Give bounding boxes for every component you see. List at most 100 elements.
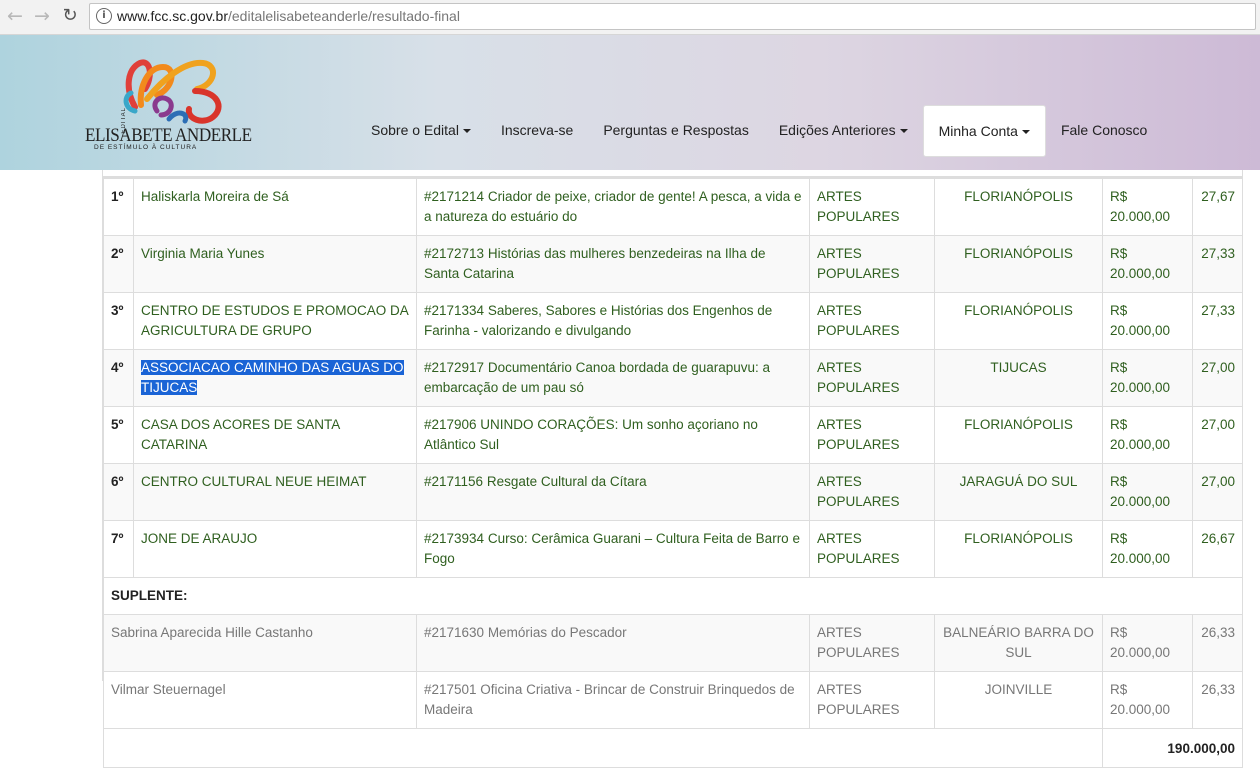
score-cell: 27,33	[1192, 292, 1243, 350]
rank-cell: 3º	[103, 292, 134, 350]
nav-label: Edições Anteriores	[778, 122, 896, 138]
score-cell: 26,33	[1192, 671, 1243, 729]
table-row: 2º Virginia Maria Yunes #2172713 Históri…	[103, 235, 1243, 293]
butterfly-logo-icon	[123, 59, 222, 124]
suplente-header-row: SUPLENTE:	[103, 577, 1243, 615]
score-cell: 27,00	[1192, 463, 1243, 521]
nav-inscreva-se[interactable]: Inscreva-se	[486, 105, 588, 155]
site-header: EDITAL ELISABETE ANDERLE DE ESTÍMULO À C…	[0, 35, 1260, 170]
rank-cell: 2º	[103, 235, 134, 293]
name-cell: Haliskarla Moreira de Sá	[133, 178, 417, 236]
area-cell: ARTES POPULARES	[809, 235, 935, 293]
area-cell: ARTES POPULARES	[809, 292, 935, 350]
nav-sobre-o-edital[interactable]: Sobre o Edital	[356, 105, 486, 155]
reload-icon[interactable]: ↻	[59, 5, 81, 27]
forward-arrow-icon[interactable]: →	[31, 5, 53, 27]
total-row: 190.000,00	[103, 728, 1243, 768]
project-cell: #2171156 Resgate Cultural da Cítara	[416, 463, 810, 521]
results-table: 1º Haliskarla Moreira de Sá #2171214 Cri…	[103, 178, 1243, 768]
value-cell: R$ 20.000,00	[1102, 614, 1193, 672]
value-cell: R$ 20.000,00	[1102, 292, 1193, 350]
area-cell: ARTES POPULARES	[809, 406, 935, 464]
table-row: 3º CENTRO DE ESTUDOS E PROMOCAO DA AGRIC…	[103, 292, 1243, 350]
city-cell: FLORIANÓPOLIS	[934, 520, 1103, 578]
table-row: 4º ASSOCIACAO CAMINHO DAS AGUAS DO TIJUC…	[103, 349, 1243, 407]
area-cell: ARTES POPULARES	[809, 671, 935, 729]
value-cell: R$ 20.000,00	[1102, 463, 1193, 521]
name-cell: Virginia Maria Yunes	[133, 235, 417, 293]
project-cell: #2172917 Documentário Canoa bordada de g…	[416, 349, 810, 407]
rank-cell: 1º	[103, 178, 134, 236]
score-cell: 27,67	[1192, 178, 1243, 236]
info-icon[interactable]: i	[96, 8, 112, 24]
city-cell: JOINVILLE	[934, 671, 1103, 729]
city-cell: JARAGUÁ DO SUL	[934, 463, 1103, 521]
value-cell: R$ 20.000,00	[1102, 671, 1193, 729]
caret-down-icon	[462, 129, 471, 134]
city-cell: BALNEÁRIO BARRA DO SUL	[934, 614, 1103, 672]
selected-text: ASSOCIACAO CAMINHO DAS AGUAS DO TIJUCAS	[141, 360, 404, 395]
name-cell: ASSOCIACAO CAMINHO DAS AGUAS DO TIJUCAS	[133, 349, 417, 407]
value-cell: R$ 20.000,00	[1102, 178, 1193, 236]
project-cell: #217501 Oficina Criativa - Brincar de Co…	[416, 671, 810, 729]
rank-cell: 5º	[103, 406, 134, 464]
table-row: 6º CENTRO CULTURAL NEUE HEIMAT #2171156 …	[103, 463, 1243, 521]
browser-toolbar: ← → ↻ i www.fcc.sc.gov.br/editalelisabet…	[0, 0, 1260, 35]
score-cell: 26,33	[1192, 614, 1243, 672]
area-cell: ARTES POPULARES	[809, 463, 935, 521]
main-nav: Sobre o Edital Inscreva-se Perguntas e R…	[356, 105, 1162, 157]
table-row: 5º CASA DOS ACORES DE SANTA CATARINA #21…	[103, 406, 1243, 464]
nav-label: Fale Conosco	[1060, 122, 1148, 138]
nav-label: Minha Conta	[938, 123, 1018, 139]
table-row: 1º Haliskarla Moreira de Sá #2171214 Cri…	[103, 178, 1243, 236]
name-cell: CASA DOS ACORES DE SANTA CATARINA	[133, 406, 417, 464]
rank-cell: 7º	[103, 520, 134, 578]
value-cell: R$ 20.000,00	[1102, 520, 1193, 578]
score-cell: 26,67	[1192, 520, 1243, 578]
nav-edicoes-anteriores[interactable]: Edições Anteriores	[764, 105, 923, 155]
value-cell: R$ 20.000,00	[1102, 349, 1193, 407]
name-cell: Vilmar Steuernagel	[103, 671, 417, 729]
url-host: www.fcc.sc.gov.br	[117, 8, 228, 24]
area-cell: ARTES POPULARES	[809, 178, 935, 236]
area-cell: ARTES POPULARES	[809, 614, 935, 672]
rank-cell: 4º	[103, 349, 134, 407]
site-logo[interactable]: EDITAL ELISABETE ANDERLE DE ESTÍMULO À C…	[85, 49, 252, 159]
results-panel: 1º Haliskarla Moreira de Sá #2171214 Cri…	[102, 170, 1243, 768]
score-cell: 27,00	[1192, 406, 1243, 464]
name-cell: JONE DE ARAUJO	[133, 520, 417, 578]
name-cell: Sabrina Aparecida Hille Castanho	[103, 614, 417, 672]
url-path: /editalelisabeteanderle/resultado-final	[228, 8, 460, 24]
nav-label: Inscreva-se	[500, 122, 574, 138]
nav-label: Sobre o Edital	[371, 122, 459, 138]
address-url[interactable]: www.fcc.sc.gov.br/editalelisabeteanderle…	[117, 8, 460, 24]
rank-cell: 6º	[103, 463, 134, 521]
value-cell: R$ 20.000,00	[1102, 235, 1193, 293]
city-cell: TIJUCAS	[934, 349, 1103, 407]
table-row: 7º JONE DE ARAUJO #2173934 Curso: Cerâmi…	[103, 520, 1243, 578]
score-cell: 27,33	[1192, 235, 1243, 293]
total-spacer-cell	[103, 728, 1103, 768]
logo-subtitle-text: DE ESTÍMULO À CULTURA	[94, 144, 198, 151]
nav-fale-conosco[interactable]: Fale Conosco	[1046, 105, 1162, 155]
project-cell: #2171630 Memórias do Pescador	[416, 614, 810, 672]
caret-down-icon	[899, 129, 908, 134]
table-row: Vilmar Steuernagel #217501 Oficina Criat…	[103, 671, 1243, 729]
city-cell: FLORIANÓPOLIS	[934, 406, 1103, 464]
city-cell: FLORIANÓPOLIS	[934, 178, 1103, 236]
name-cell: CENTRO DE ESTUDOS E PROMOCAO DA AGRICULT…	[133, 292, 417, 350]
nav-label: Perguntas e Respostas	[603, 122, 749, 138]
city-cell: FLORIANÓPOLIS	[934, 292, 1103, 350]
project-cell: #2173934 Curso: Cerâmica Guarani – Cultu…	[416, 520, 810, 578]
project-cell: #2171214 Criador de peixe, criador de ge…	[416, 178, 810, 236]
project-cell: #2171334 Saberes, Sabores e Histórias do…	[416, 292, 810, 350]
area-cell: ARTES POPULARES	[809, 349, 935, 407]
project-cell: #2172713 Histórias das mulheres benzedei…	[416, 235, 810, 293]
suplente-label: SUPLENTE:	[103, 577, 1243, 615]
back-arrow-icon[interactable]: ←	[4, 5, 26, 27]
score-cell: 27,00	[1192, 349, 1243, 407]
total-value: 190.000,00	[1102, 728, 1243, 768]
nav-minha-conta[interactable]: Minha Conta	[922, 105, 1046, 157]
address-bar[interactable]: i www.fcc.sc.gov.br/editalelisabeteander…	[89, 3, 1256, 30]
nav-perguntas-e-respostas[interactable]: Perguntas e Respostas	[588, 105, 764, 155]
